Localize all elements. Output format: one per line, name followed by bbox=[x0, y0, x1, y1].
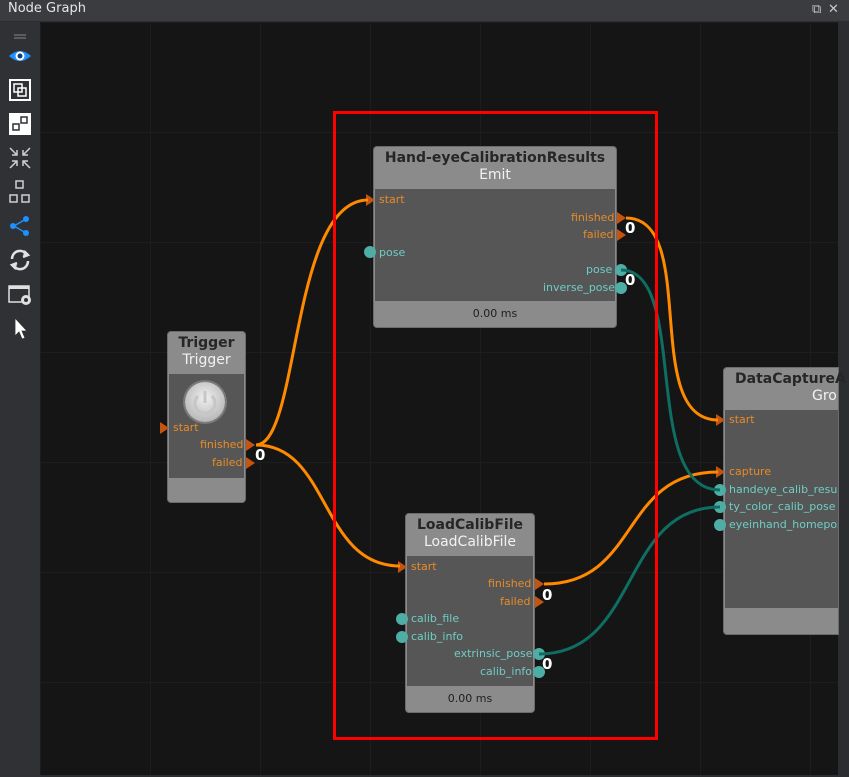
port-label: handeye_calib_result bbox=[729, 483, 838, 496]
share-icon[interactable] bbox=[6, 212, 34, 240]
input-port-capture[interactable] bbox=[716, 466, 725, 478]
input-port-color-calib-pose[interactable] bbox=[714, 501, 726, 513]
node-trigger[interactable]: Trigger Trigger bbox=[168, 332, 245, 502]
input-port-handeye-calib-result[interactable] bbox=[714, 484, 726, 496]
frame-edge bbox=[838, 22, 849, 777]
output-port-failed[interactable] bbox=[246, 457, 255, 469]
port-label: finished bbox=[200, 438, 244, 451]
selection-highlight-box bbox=[333, 111, 658, 740]
port-label: ty_color_calib_pose bbox=[729, 500, 836, 513]
power-icon bbox=[193, 391, 217, 415]
pointer-icon[interactable] bbox=[6, 314, 34, 342]
port-label: start bbox=[729, 413, 755, 426]
port-label: start bbox=[173, 421, 199, 434]
port-label: capture bbox=[729, 465, 772, 478]
frame-icon[interactable] bbox=[6, 76, 34, 104]
close-icon[interactable]: ✕ bbox=[828, 1, 839, 19]
node-subtitle: Trigger bbox=[182, 352, 231, 368]
title-bar: Node Graph ⧉ ✕ bbox=[0, 0, 849, 21]
refresh-icon[interactable] bbox=[6, 246, 34, 274]
collapse-icon[interactable] bbox=[6, 144, 34, 172]
eye-icon[interactable] bbox=[6, 42, 34, 70]
node-header: Trigger Trigger bbox=[168, 332, 245, 378]
restore-icon[interactable]: ⧉ bbox=[812, 1, 821, 19]
output-port-finished[interactable] bbox=[246, 439, 255, 451]
window-title: Node Graph bbox=[8, 1, 86, 16]
drag-handle-icon[interactable] bbox=[6, 22, 34, 39]
group-icon[interactable] bbox=[6, 178, 34, 206]
input-port-start[interactable] bbox=[160, 422, 169, 434]
trigger-power-button[interactable] bbox=[185, 382, 225, 422]
input-port-eyeinhand-homepos[interactable] bbox=[714, 519, 726, 531]
input-port-start[interactable] bbox=[716, 414, 725, 426]
node-title: Trigger bbox=[178, 335, 235, 351]
port-label: failed bbox=[212, 456, 243, 469]
node-link-icon[interactable] bbox=[6, 110, 34, 138]
node-title: DataCaptureA bbox=[735, 371, 846, 387]
screenshot-icon[interactable] bbox=[6, 280, 34, 308]
toolbar bbox=[0, 22, 40, 777]
group-port-labels: start capture handeye_calib_result ty_co… bbox=[725, 400, 838, 640]
failed-count: 0 bbox=[255, 446, 266, 464]
port-label: eyeinhand_homepos bbox=[729, 518, 838, 531]
